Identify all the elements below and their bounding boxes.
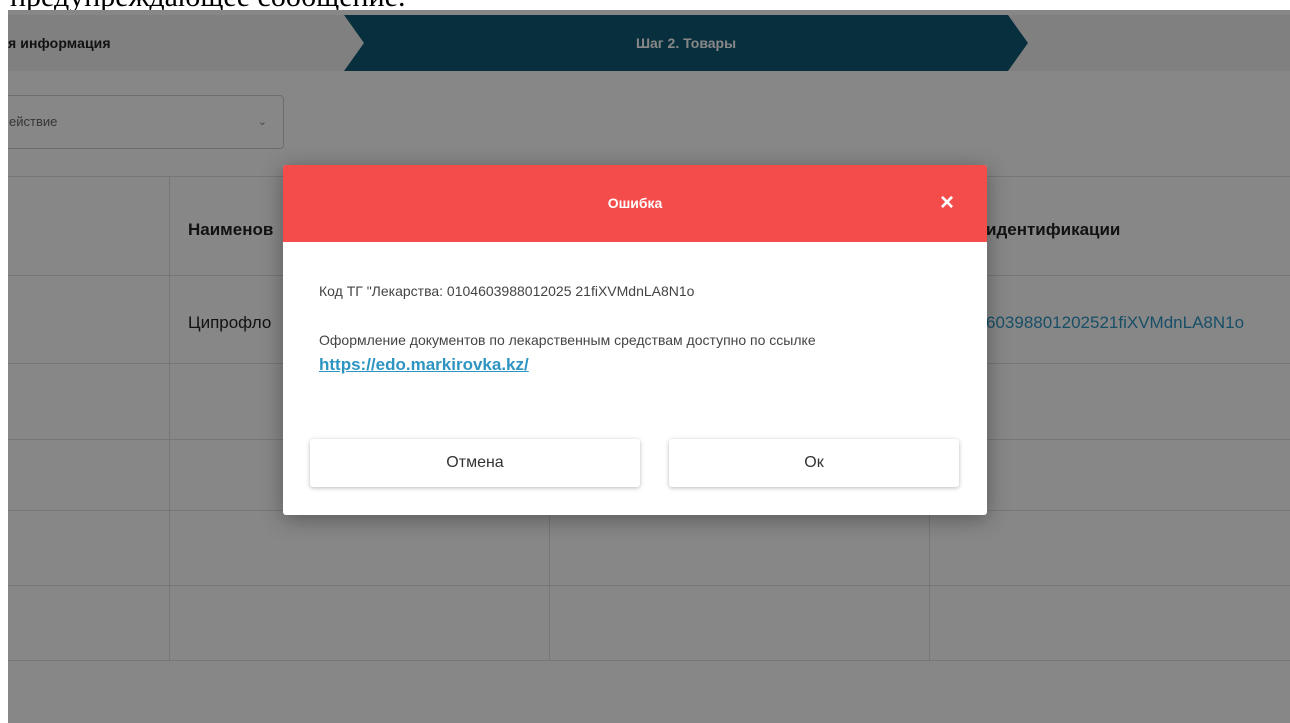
dialog-title: Ошибка xyxy=(607,195,663,211)
close-icon[interactable]: × xyxy=(931,187,963,219)
edo-link[interactable]: https://edo.markirovka.kz/ xyxy=(319,355,529,375)
error-dialog: Ошибка × Код ТГ "Лекарства: 010460398801… xyxy=(283,165,987,515)
dialog-header: Ошибка × xyxy=(283,165,987,242)
error-code-message: Код ТГ "Лекарства: 0104603988012025 21fi… xyxy=(319,283,695,299)
info-message: Оформление документов по лекарственным с… xyxy=(319,332,816,348)
cancel-button[interactable]: Отмена xyxy=(310,439,640,487)
ok-button[interactable]: Ок xyxy=(669,439,959,487)
